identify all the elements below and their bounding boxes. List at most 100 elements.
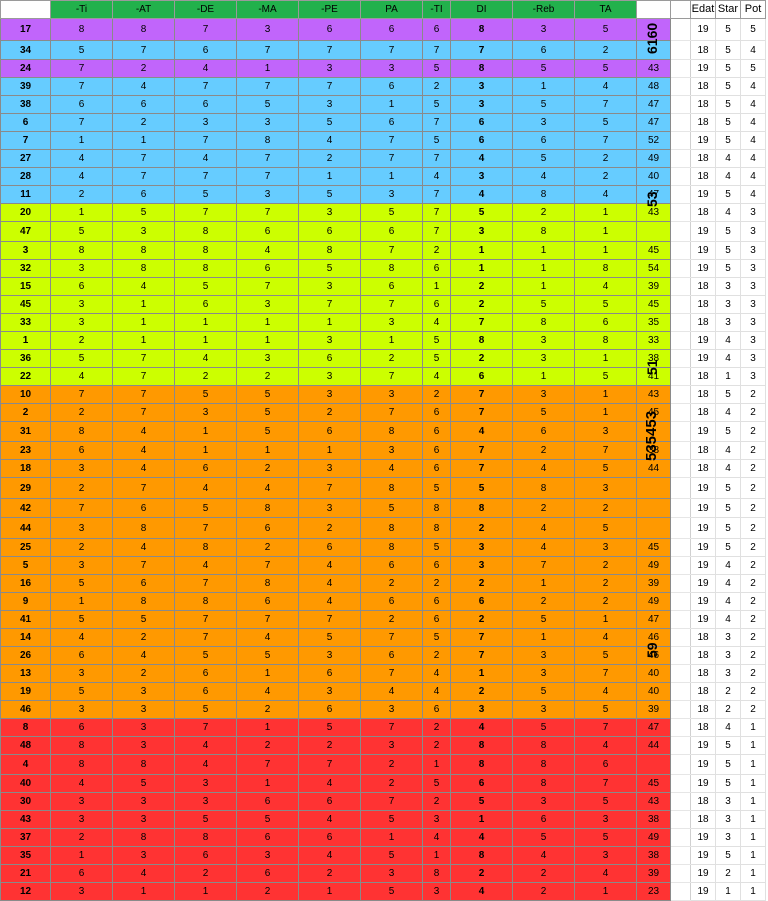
value-cell[interactable]: 2 — [236, 459, 299, 478]
stat-cell[interactable]: 4 — [715, 556, 741, 575]
value-cell[interactable]: 6 — [450, 113, 513, 132]
value-cell[interactable]: 1 — [574, 882, 637, 901]
value-cell[interactable]: 5 — [360, 203, 423, 222]
value-cell[interactable]: 4 — [450, 149, 513, 168]
stat-cell[interactable]: 3 — [740, 331, 766, 350]
value-cell[interactable]: 2 — [512, 882, 575, 901]
id-cell[interactable]: 7 — [0, 131, 51, 150]
value-cell[interactable]: 6 — [360, 221, 423, 242]
gap-cell[interactable] — [670, 774, 691, 793]
id-cell[interactable]: 5 — [0, 556, 51, 575]
value-cell[interactable]: 4 — [50, 149, 113, 168]
stat-cell[interactable]: 19 — [690, 538, 716, 557]
value-cell[interactable]: 6 — [174, 40, 237, 60]
id-cell[interactable]: 24 — [0, 59, 51, 78]
value-cell[interactable]: 5 — [298, 628, 361, 647]
id-cell[interactable]: 44 — [0, 517, 51, 539]
value-cell[interactable]: 5 — [450, 203, 513, 222]
stat-cell[interactable]: 2 — [740, 646, 766, 665]
value-cell[interactable]: 6 — [298, 18, 361, 41]
value-cell[interactable]: 7 — [450, 313, 513, 332]
value-cell[interactable]: 6 — [236, 792, 299, 811]
value-cell[interactable]: 3 — [298, 59, 361, 78]
value-cell[interactable]: 6 — [422, 556, 451, 575]
gap-cell[interactable] — [670, 477, 691, 499]
stat-cell[interactable]: 4 — [715, 403, 741, 422]
value-cell[interactable]: 1 — [512, 574, 575, 593]
value-cell[interactable]: 3 — [50, 556, 113, 575]
value-cell[interactable]: 3 — [360, 185, 423, 204]
value-cell[interactable]: 8 — [112, 828, 175, 847]
value-cell[interactable]: 1 — [512, 241, 575, 260]
value-cell[interactable]: 2 — [450, 277, 513, 296]
value-cell[interactable]: 1 — [512, 628, 575, 647]
stat-cell[interactable]: 18 — [690, 113, 716, 132]
value-cell[interactable]: 4 — [450, 185, 513, 204]
stat-cell[interactable]: 2 — [740, 700, 766, 719]
value-cell[interactable]: 2 — [450, 517, 513, 539]
value-cell[interactable]: 3 — [50, 517, 113, 539]
gap-cell[interactable] — [670, 421, 691, 442]
value-cell[interactable]: 3 — [360, 59, 423, 78]
value-cell[interactable]: 4 — [422, 664, 451, 683]
value-cell[interactable]: 7 — [236, 277, 299, 296]
value-cell[interactable]: 3 — [298, 277, 361, 296]
value-cell[interactable]: 8 — [512, 313, 575, 332]
id-cell[interactable]: 11 — [0, 185, 51, 204]
sum-cell[interactable]: 54 — [636, 259, 671, 278]
stat-cell[interactable]: 3 — [715, 664, 741, 683]
value-cell[interactable]: 5 — [236, 421, 299, 442]
value-cell[interactable]: 2 — [574, 149, 637, 168]
stat-cell[interactable]: 1 — [740, 846, 766, 865]
value-cell[interactable]: 1 — [112, 313, 175, 332]
value-cell[interactable]: 4 — [236, 477, 299, 499]
value-cell[interactable]: 5 — [512, 149, 575, 168]
value-cell[interactable]: 3 — [574, 538, 637, 557]
value-cell[interactable]: 3 — [422, 882, 451, 901]
value-cell[interactable]: 1 — [174, 313, 237, 332]
value-cell[interactable]: 2 — [112, 628, 175, 647]
value-cell[interactable]: 3 — [360, 736, 423, 755]
column-header[interactable]: -PE — [298, 0, 361, 19]
value-cell[interactable]: 3 — [360, 441, 423, 460]
stat-cell[interactable]: 19 — [690, 241, 716, 260]
value-cell[interactable]: 7 — [574, 718, 637, 737]
sum-cell[interactable]: 45 — [636, 538, 671, 557]
stat-cell[interactable]: 5 — [715, 846, 741, 865]
value-cell[interactable]: 7 — [360, 295, 423, 314]
gap-cell[interactable] — [670, 628, 691, 647]
value-cell[interactable]: 8 — [422, 498, 451, 518]
value-cell[interactable]: 8 — [512, 774, 575, 793]
value-cell[interactable]: 5 — [112, 203, 175, 222]
gap-cell[interactable] — [670, 349, 691, 368]
value-cell[interactable]: 4 — [422, 313, 451, 332]
stat-cell[interactable]: 4 — [740, 113, 766, 132]
stat-cell[interactable]: 19 — [690, 610, 716, 629]
gap-cell[interactable] — [670, 664, 691, 683]
value-cell[interactable]: 8 — [236, 131, 299, 150]
value-cell[interactable]: 1 — [236, 59, 299, 78]
gap-cell[interactable] — [670, 331, 691, 350]
value-cell[interactable]: 1 — [50, 592, 113, 611]
value-cell[interactable]: 6 — [50, 441, 113, 460]
header-blank[interactable] — [636, 0, 671, 19]
value-cell[interactable]: 2 — [236, 367, 299, 386]
value-cell[interactable]: 7 — [50, 59, 113, 78]
stat-cell[interactable]: 1 — [740, 718, 766, 737]
value-cell[interactable]: 2 — [574, 574, 637, 593]
value-cell[interactable]: 8 — [360, 259, 423, 278]
sum-cell[interactable]: 47 — [636, 610, 671, 629]
stat-cell[interactable]: 2 — [740, 385, 766, 404]
value-cell[interactable]: 7 — [50, 385, 113, 404]
value-cell[interactable]: 4 — [50, 628, 113, 647]
stat-cell[interactable]: 5 — [715, 113, 741, 132]
value-cell[interactable]: 4 — [112, 646, 175, 665]
stat-cell[interactable]: 1 — [715, 882, 741, 901]
value-cell[interactable]: 3 — [360, 864, 423, 883]
value-cell[interactable]: 2 — [512, 592, 575, 611]
value-cell[interactable]: 6 — [360, 77, 423, 96]
column-header[interactable]: Pot — [740, 0, 766, 19]
value-cell[interactable]: 3 — [112, 221, 175, 242]
value-cell[interactable]: 6 — [298, 538, 361, 557]
value-cell[interactable]: 6 — [174, 95, 237, 114]
